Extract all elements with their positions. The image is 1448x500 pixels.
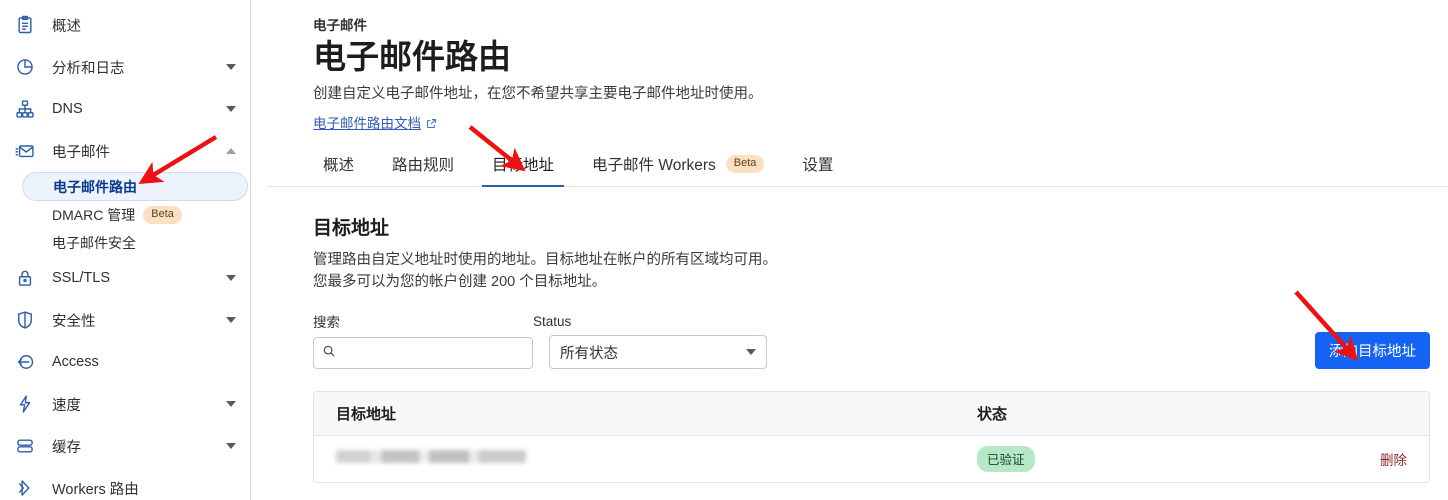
tab-routing-rules[interactable]: 路由规则 xyxy=(382,153,464,186)
sidebar-item-security[interactable]: 安全性 xyxy=(0,299,250,341)
search-icon xyxy=(322,344,336,363)
status-label: Status xyxy=(533,314,572,329)
clipboard-icon xyxy=(14,14,36,36)
sidebar-item-label: Access xyxy=(52,354,99,370)
search-box[interactable] xyxy=(313,337,533,369)
column-header-status: 状态 xyxy=(977,406,1008,423)
dns-tree-icon xyxy=(14,98,36,120)
sidebar-item-email-security[interactable]: 电子邮件安全 xyxy=(22,229,248,257)
sidebar-subitem-label: 电子邮件安全 xyxy=(52,235,136,251)
redacted-email-address xyxy=(336,450,526,463)
status-badge: 已验证 xyxy=(977,446,1035,472)
search-input[interactable] xyxy=(344,345,524,361)
sidebar-item-speed[interactable]: 速度 xyxy=(0,383,250,425)
search-label: 搜索 xyxy=(313,315,340,330)
access-arrow-icon xyxy=(14,351,36,373)
cell-address xyxy=(336,450,977,468)
cell-status: 已验证 删除 xyxy=(977,446,1407,472)
sidebar-item-overview[interactable]: 概述 xyxy=(0,4,250,46)
tab-overview[interactable]: 概述 xyxy=(313,153,364,186)
main-inner: 电子邮件 电子邮件路由 创建自定义电子邮件地址，在您不希望共享主要电子邮件地址时… xyxy=(251,0,1448,483)
sidebar-item-email-routing[interactable]: 电子邮件路由 xyxy=(22,172,248,201)
main-content: 电子邮件 电子邮件路由 创建自定义电子邮件地址，在您不希望共享主要电子邮件地址时… xyxy=(251,0,1448,500)
chevron-up-icon[interactable] xyxy=(226,148,236,154)
sidebar: 概述 分析和日志 DNS 电子邮件 电子邮件路由 DMARC 管理 Beta 电… xyxy=(0,0,251,500)
tab-settings[interactable]: 设置 xyxy=(792,153,843,186)
search-field: 搜索 xyxy=(313,311,533,369)
sidebar-item-label: 概述 xyxy=(52,18,81,35)
tab-bar: 概述 路由规则 目标地址 电子邮件 Workers Beta 设置 xyxy=(267,153,1448,187)
sidebar-subitem-label: 电子邮件路由 xyxy=(53,178,137,195)
destination-addresses-table: 目标地址 状态 已验证 删除 xyxy=(313,391,1430,483)
external-link-icon xyxy=(426,117,437,128)
status-select[interactable]: 所有状态 xyxy=(549,335,767,369)
destination-addresses-section: 目标地址 管理路由自定义地址时使用的地址。目标地址在帐户的所有区域均可用。 您最… xyxy=(313,213,1448,483)
shield-icon xyxy=(14,309,36,331)
chevron-down-icon[interactable] xyxy=(226,64,236,70)
tab-email-workers[interactable]: 电子邮件 Workers Beta xyxy=(582,153,774,186)
breadcrumb: 电子邮件 xyxy=(313,18,367,33)
table-header-row: 目标地址 状态 xyxy=(314,392,1429,436)
envelope-icon xyxy=(14,140,36,162)
sidebar-item-label: 电子邮件 xyxy=(52,144,110,161)
section-title: 目标地址 xyxy=(313,218,390,239)
documentation-link[interactable]: 电子邮件路由文档 xyxy=(313,112,437,132)
sidebar-item-workers-routes[interactable]: Workers 路由 xyxy=(0,467,250,500)
workers-diamond-icon xyxy=(14,477,36,499)
chevron-down-icon[interactable] xyxy=(226,275,236,281)
lock-icon xyxy=(14,267,36,289)
cache-stack-icon xyxy=(14,435,36,457)
sidebar-item-label: 分析和日志 xyxy=(52,60,125,77)
sidebar-item-label: DNS xyxy=(52,101,83,117)
chevron-down-icon xyxy=(746,349,756,355)
chevron-down-icon[interactable] xyxy=(226,317,236,323)
chevron-down-icon[interactable] xyxy=(226,401,236,407)
sidebar-item-label: 安全性 xyxy=(52,313,96,330)
add-destination-button[interactable]: 添加目标地址 xyxy=(1315,332,1430,369)
sidebar-item-label: Workers 路由 xyxy=(52,481,139,498)
delete-link[interactable]: 删除 xyxy=(1380,449,1407,469)
tab-label: 路由规则 xyxy=(392,157,455,174)
section-description-line1: 管理路由自定义地址时使用的地址。目标地址在帐户的所有区域均可用。 xyxy=(313,252,777,268)
sidebar-item-cache[interactable]: 缓存 xyxy=(0,425,250,467)
documentation-link-label: 电子邮件路由文档 xyxy=(313,116,421,131)
sidebar-item-label: SSL/TLS xyxy=(52,270,111,286)
sidebar-subitem-label: DMARC 管理 xyxy=(52,207,136,223)
status-select-value: 所有状态 xyxy=(560,345,618,362)
chevron-down-icon[interactable] xyxy=(226,443,236,449)
sidebar-item-access[interactable]: Access xyxy=(0,341,250,383)
tab-label: 设置 xyxy=(802,157,834,174)
tab-label: 概述 xyxy=(323,157,355,174)
lightning-bolt-icon xyxy=(14,393,36,415)
sidebar-item-email[interactable]: 电子邮件 xyxy=(0,130,250,172)
page-description: 创建自定义电子邮件地址，在您不希望共享主要电子邮件地址时使用。 xyxy=(313,86,763,102)
tab-label: 目标地址 xyxy=(492,157,555,174)
beta-badge: Beta xyxy=(725,155,765,173)
page-title: 电子邮件路由 xyxy=(313,38,511,75)
sidebar-item-dns[interactable]: DNS xyxy=(0,88,250,130)
filters-row: 搜索 Status 所有状态 添加目标地址 xyxy=(313,311,1448,369)
sidebar-subnav-email: 电子邮件路由 DMARC 管理 Beta 电子邮件安全 xyxy=(0,172,250,257)
beta-badge: Beta xyxy=(143,206,182,224)
sidebar-item-ssl-tls[interactable]: SSL/TLS xyxy=(0,257,250,299)
app-root: 概述 分析和日志 DNS 电子邮件 电子邮件路由 DMARC 管理 Beta 电… xyxy=(0,0,1448,500)
tab-destination-addresses[interactable]: 目标地址 xyxy=(482,153,565,187)
sidebar-item-label: 速度 xyxy=(52,397,81,414)
sidebar-item-label: 缓存 xyxy=(52,439,81,456)
pie-chart-icon xyxy=(14,56,36,78)
status-field: Status 所有状态 xyxy=(533,314,767,369)
sidebar-item-dmarc[interactable]: DMARC 管理 Beta xyxy=(22,201,248,229)
tab-label: 电子邮件 Workers xyxy=(592,157,716,174)
sidebar-item-analytics[interactable]: 分析和日志 xyxy=(0,46,250,88)
table-row[interactable]: 已验证 删除 xyxy=(314,436,1429,482)
chevron-down-icon[interactable] xyxy=(226,106,236,112)
column-header-address: 目标地址 xyxy=(336,406,397,423)
section-description-line2: 您最多可以为您的帐户创建 200 个目标地址。 xyxy=(313,274,607,290)
